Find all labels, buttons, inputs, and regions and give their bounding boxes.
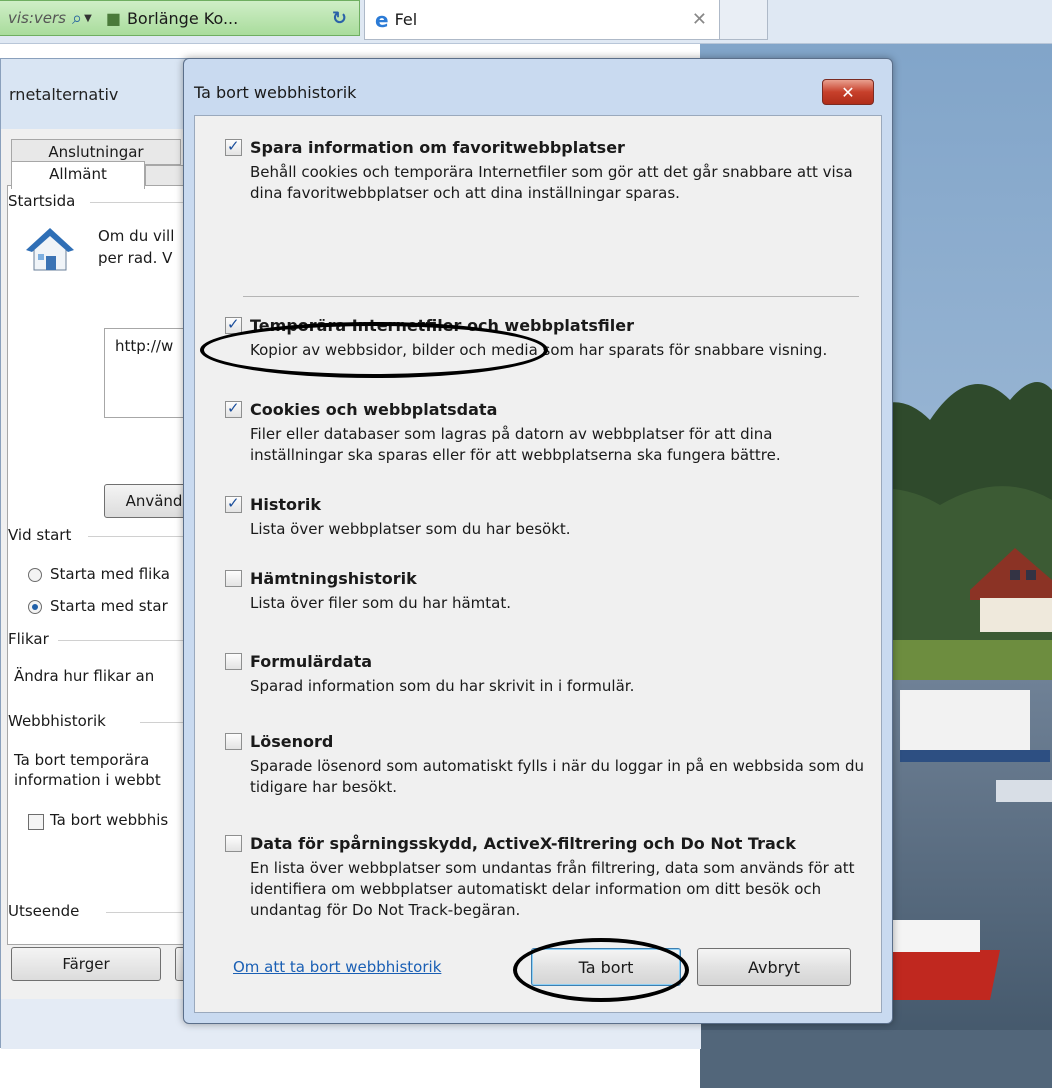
option-title: Hämtningshistorik	[250, 568, 417, 588]
group-tabs: Flikar	[8, 630, 49, 648]
delete-history-dialog: Ta bort webbhistorik ✕ Spara information…	[183, 58, 893, 1024]
cancel-button[interactable]: Avbryt	[697, 948, 851, 986]
search-icon[interactable]: ⌕	[72, 8, 82, 29]
window-title: rnetalternativ	[9, 85, 119, 104]
tab-general[interactable]: Allmänt	[11, 161, 145, 189]
colors-button[interactable]: Färger	[11, 947, 161, 981]
checkbox-favorites[interactable]	[225, 137, 242, 156]
group-history: Webbhistorik	[8, 712, 106, 730]
startpage-text-1: Om du vill	[98, 227, 175, 245]
site-identity: Borlänge Ko...	[126, 8, 239, 28]
option-title: Data för spårningsskydd, ActiveX-filtrer…	[250, 833, 796, 853]
option-desc: Behåll cookies och temporära Internetfil…	[250, 163, 853, 202]
checkbox-history[interactable]	[225, 494, 242, 513]
option-desc: Filer eller databaser som lagras på dato…	[250, 425, 781, 464]
browser-tab[interactable]: e Fel ✕	[364, 0, 720, 40]
chevron-down-icon[interactable]: ▼	[84, 13, 92, 24]
option-form-data: Formulärdata Sparad information som du h…	[225, 650, 865, 697]
option-title: Temporära Internetfiler och webbplatsfil…	[250, 315, 634, 335]
option-desc: Lista över filer som du har hämtat.	[250, 594, 512, 612]
option-desc: En lista över webbplatser som undantas f…	[250, 859, 855, 919]
separator	[243, 296, 859, 297]
option-title: Formulärdata	[250, 651, 373, 671]
history-text-2: information i webbt	[14, 771, 161, 789]
startpage-text-2: per rad. V	[98, 249, 173, 267]
option-desc: Lista över webbplatser som du har besökt…	[250, 520, 571, 538]
new-tab-button[interactable]	[720, 0, 768, 40]
checkbox-passwords[interactable]	[225, 732, 242, 750]
option-cookies: Cookies och webbplatsdata Filer eller da…	[225, 398, 865, 466]
option-title: Cookies och webbplatsdata	[250, 399, 498, 419]
checkbox-form-data[interactable]	[225, 652, 242, 670]
radio-start-tabs[interactable]	[28, 568, 42, 582]
option-temp-files: Temporära Internetfiler och webbplatsfil…	[225, 314, 865, 361]
dialog-content: Spara information om favoritwebbplatser …	[194, 115, 882, 1013]
radio-start-home[interactable]	[28, 600, 42, 614]
refresh-icon[interactable]: ↻	[332, 8, 347, 29]
radio-start-tabs-label: Starta med flika	[50, 565, 170, 583]
browser-toolbar: vis:vers ⌕ ▼ ■ Borlänge Ko... ↻ e Fel ✕	[0, 0, 1052, 44]
option-tracking: Data för spårningsskydd, ActiveX-filtrer…	[225, 832, 865, 921]
group-startpage: Startsida	[8, 192, 76, 210]
lock-icon: ■	[105, 8, 121, 28]
dialog-title: Ta bort webbhistorik	[194, 83, 357, 102]
option-desc: Sparade lösenord som automatiskt fylls i…	[250, 757, 865, 796]
address-text: vis:vers	[8, 9, 67, 27]
option-desc: Sparad information som du har skrivit in…	[250, 677, 635, 695]
delete-on-exit-label: Ta bort webbhis	[50, 811, 169, 829]
about-delete-history-link[interactable]: Om att ta bort webbhistorik	[233, 958, 441, 976]
group-startup: Vid start	[8, 526, 72, 544]
checkbox-temp-files[interactable]	[225, 315, 242, 334]
option-title: Lösenord	[250, 731, 334, 751]
tabs-text: Ändra hur flikar an	[14, 667, 155, 685]
delete-button[interactable]: Ta bort	[531, 948, 681, 986]
option-downloads: Hämtningshistorik Lista över filer som d…	[225, 567, 865, 614]
history-text-1: Ta bort temporära	[14, 751, 150, 769]
option-history: Historik Lista över webbplatser som du h…	[225, 493, 865, 540]
delete-on-exit-checkbox[interactable]	[28, 814, 44, 830]
checkbox-cookies[interactable]	[225, 399, 242, 418]
radio-start-home-label: Starta med star	[50, 597, 168, 615]
tab-title: Fel	[394, 10, 418, 29]
checkbox-downloads[interactable]	[225, 569, 242, 587]
group-line	[88, 536, 198, 537]
home-icon	[26, 226, 74, 274]
close-icon[interactable]: ✕	[692, 9, 707, 30]
group-line	[58, 640, 198, 641]
address-bar[interactable]: vis:vers ⌕ ▼ ■ Borlänge Ko... ↻	[0, 0, 360, 36]
option-favorites: Spara information om favoritwebbplatser …	[225, 136, 865, 204]
close-icon: ✕	[841, 82, 855, 102]
group-appearance: Utseende	[8, 902, 80, 920]
option-title: Spara information om favoritwebbplatser	[250, 137, 625, 157]
close-button[interactable]: ✕	[822, 79, 874, 105]
option-passwords: Lösenord Sparade lösenord som automatisk…	[225, 730, 865, 798]
option-desc: Kopior av webbsidor, bilder och media so…	[250, 341, 828, 359]
ie-icon: e	[375, 7, 389, 32]
checkbox-tracking[interactable]	[225, 834, 242, 852]
option-title: Historik	[250, 494, 322, 514]
